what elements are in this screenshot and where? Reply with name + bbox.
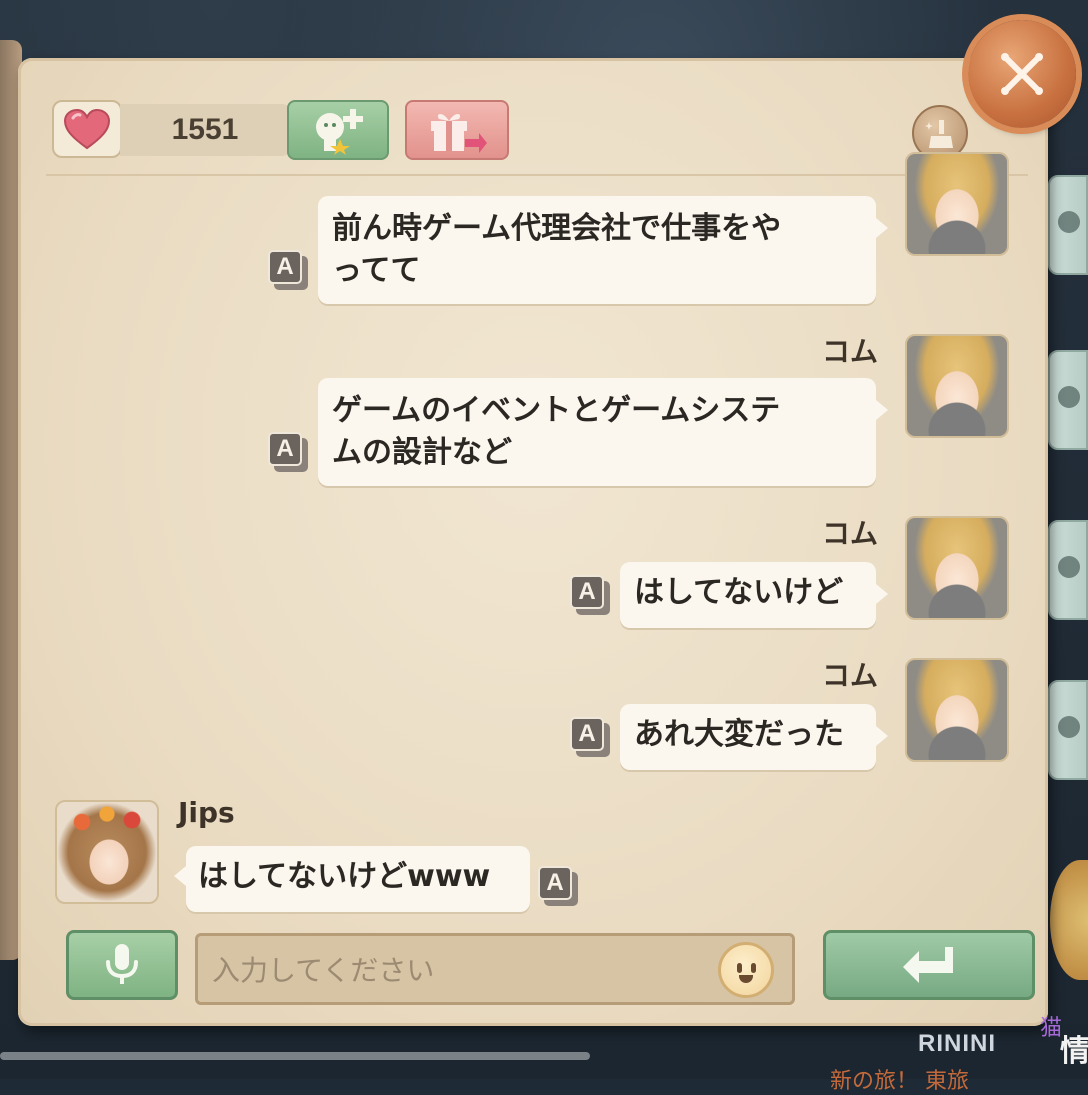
message-bubble: ゲームのイベントとゲームシステ ムの設計など	[318, 378, 888, 486]
translate-label: A	[268, 432, 302, 466]
translate-button[interactable]: A	[570, 717, 610, 757]
message-text: はしてないけど	[634, 575, 844, 610]
translate-label: A	[570, 717, 604, 751]
message-text: あれ大変だった	[634, 717, 844, 752]
translate-button[interactable]: A	[268, 250, 308, 290]
enter-icon	[903, 947, 953, 983]
profile-icon	[1058, 211, 1080, 233]
translate-button[interactable]: A	[570, 575, 610, 615]
avatar-kom[interactable]	[905, 516, 1009, 620]
avatar-kom[interactable]	[905, 334, 1009, 438]
gift-send-icon	[431, 114, 487, 153]
sender-name: Jips	[178, 796, 235, 829]
send-gift-button[interactable]	[405, 100, 509, 160]
microphone-icon	[106, 944, 138, 984]
add-friend-button[interactable]	[287, 100, 389, 160]
chat-icon	[1058, 716, 1080, 738]
message-bubble: あれ大変だった	[620, 704, 888, 770]
clean-icon	[925, 120, 953, 148]
heart-icon	[63, 108, 111, 150]
footer-strip-text: 新の旅！ 東旅	[830, 1069, 969, 1094]
emoji-button[interactable]	[718, 942, 774, 998]
translate-label: A	[570, 575, 604, 609]
avatar-jips[interactable]	[55, 800, 159, 904]
footer-kanji-small: 猫	[1040, 1016, 1063, 1041]
side-tab-1[interactable]	[1048, 175, 1088, 275]
player-name: RININI	[918, 1030, 996, 1057]
translate-label: A	[538, 866, 572, 900]
letter-icon	[1058, 556, 1080, 578]
emoji-icon	[737, 963, 742, 973]
chat-input[interactable]	[210, 944, 714, 996]
close-icon	[1001, 53, 1043, 95]
message-text: ゲームのイベントとゲームシステ ムの設計など	[332, 393, 781, 470]
scroll-indicator[interactable]	[0, 1052, 590, 1060]
message-bubble: はしてないけどwww	[174, 846, 530, 912]
close-button[interactable]	[968, 20, 1076, 128]
side-tab-3[interactable]	[1048, 520, 1088, 620]
side-tab-2[interactable]	[1048, 350, 1088, 450]
message-bubble: はしてないけど	[620, 562, 888, 628]
voice-button[interactable]	[66, 930, 178, 1000]
header-divider	[46, 174, 1028, 176]
heart-badge	[52, 100, 122, 158]
translate-button[interactable]: A	[538, 866, 578, 906]
sender-name: コム	[822, 517, 879, 550]
send-button[interactable]	[823, 930, 1035, 1000]
add-friend-icon	[316, 109, 363, 155]
side-tab-strip	[1048, 175, 1088, 815]
footer-kanji: 情	[1060, 1034, 1088, 1069]
message-text: 前ん時ゲーム代理会社で仕事をや ってて	[332, 211, 782, 288]
sender-name: コム	[822, 659, 879, 692]
translate-label: A	[268, 250, 302, 284]
translate-button[interactable]: A	[268, 432, 308, 472]
avatar-kom[interactable]	[905, 658, 1009, 762]
heart-count: 1551	[120, 104, 290, 156]
sender-name: コム	[822, 335, 879, 368]
people-icon	[1058, 386, 1080, 408]
avatar-kom[interactable]	[905, 152, 1009, 256]
message-text: はしてないけどwww	[198, 859, 491, 894]
chat-input-box[interactable]	[195, 933, 795, 1005]
side-tab-4[interactable]	[1048, 680, 1088, 780]
message-bubble: 前ん時ゲーム代理会社で仕事をや ってて	[318, 196, 888, 304]
